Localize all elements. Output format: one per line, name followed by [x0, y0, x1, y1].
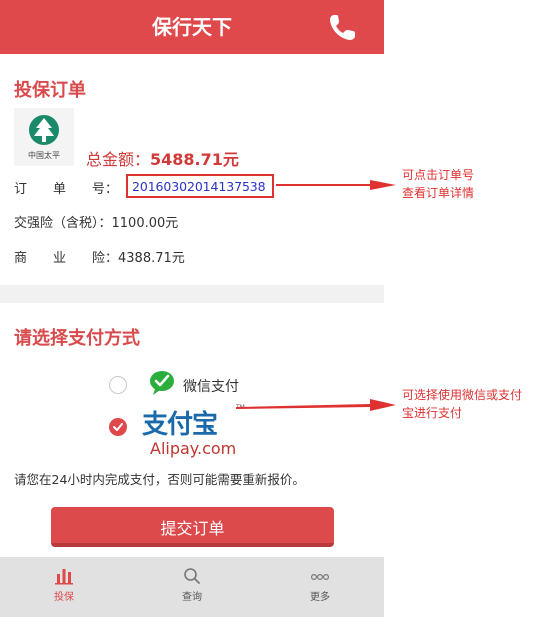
order-arrow — [276, 180, 396, 190]
payment-arrow — [236, 399, 396, 411]
annotation-arrows — [236, 180, 396, 411]
order-annotation: 可点击订单号 查看订单详情 — [402, 166, 474, 202]
order-annotation-line-2: 查看订单详情 — [402, 186, 475, 200]
payment-annotation-line-2: 宝进行支付 — [402, 406, 463, 420]
order-annotation-line-1: 可点击订单号 — [402, 168, 475, 182]
payment-annotation-line-1: 可选择使用微信或支付 — [402, 388, 523, 402]
payment-annotation: 可选择使用微信或支付 宝进行支付 — [402, 386, 522, 422]
